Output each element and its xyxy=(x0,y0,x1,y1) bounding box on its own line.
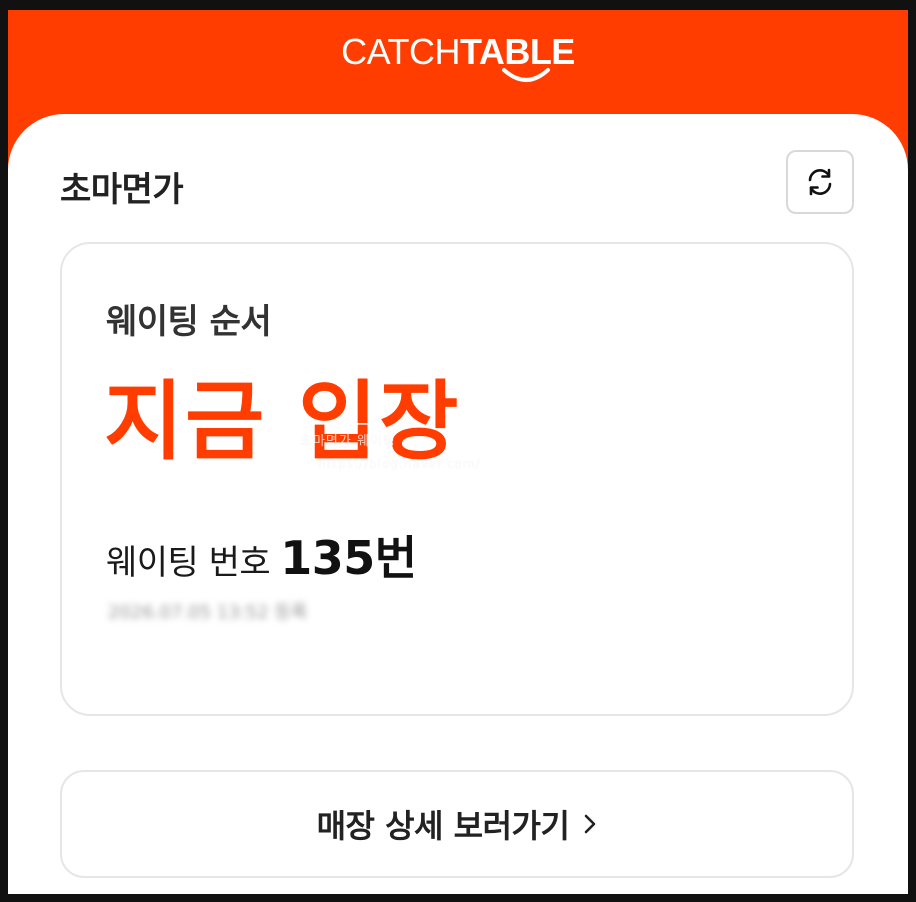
app-header: CATCHTABLE xyxy=(8,31,908,82)
store-detail-button[interactable]: 매장 상세 보러가기 xyxy=(60,770,854,878)
waiting-card: 웨이팅 순서 지금 입장 초마면가 웨이팅 https://blog.naver… xyxy=(60,242,854,716)
logo-text-catch: CATCH xyxy=(341,31,460,72)
watermark-line2: https://blog.naver.com/ xyxy=(318,457,481,471)
watermark: 초마면가 웨이팅 https://blog.naver.com/ xyxy=(300,430,481,471)
catchtable-logo: CATCHTABLE xyxy=(341,31,575,82)
content-sheet: 초마면가 웨이팅 순서 지금 입장 초마면가 웨이팅 https://blog.… xyxy=(8,114,908,894)
waiting-number-line: 웨이팅 번호 135번 xyxy=(106,522,417,588)
chevron-right-icon xyxy=(585,814,596,834)
app-window: CATCHTABLE 초마면가 웨이팅 순서 지금 입장 초마면가 웨이팅 ht… xyxy=(8,10,908,894)
store-detail-label: 매장 상세 보러가기 xyxy=(316,807,570,845)
refresh-icon xyxy=(808,168,832,196)
watermark-line1: 초마면가 웨이팅 xyxy=(300,434,396,449)
waiting-number-value: 135번 xyxy=(280,531,417,585)
registered-time: 2026.07.05 13:52 등록 xyxy=(108,602,308,623)
smile-icon xyxy=(502,68,550,82)
refresh-button[interactable] xyxy=(786,150,854,214)
waiting-order-label: 웨이팅 순서 xyxy=(106,302,272,342)
waiting-number-label: 웨이팅 번호 xyxy=(106,543,271,583)
store-name: 초마면가 xyxy=(60,170,184,210)
